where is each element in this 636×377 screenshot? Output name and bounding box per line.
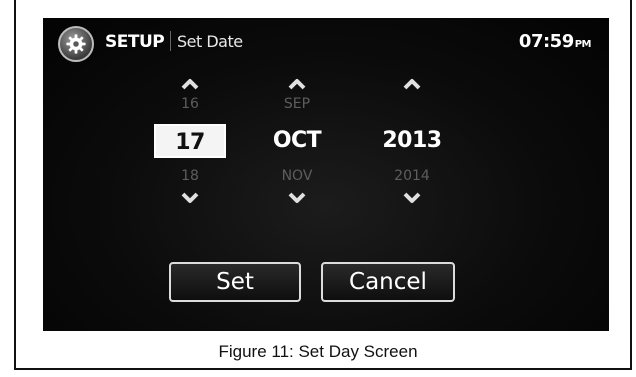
month-next: NOV [281, 168, 313, 184]
clock-ampm: PM [574, 39, 592, 50]
year-next: 2014 [394, 168, 430, 184]
section-title: SETUP [105, 32, 165, 52]
clock: 07:59PM [518, 31, 592, 52]
setup-screen: SETUP Set Date 07:59PM 16 17 18 SEP OCT … [43, 18, 609, 331]
day-previous: 16 [181, 96, 199, 112]
day-column: 16 17 18 [145, 78, 235, 204]
month-previous: SEP [283, 96, 311, 112]
month-down-arrow-icon[interactable] [288, 192, 306, 204]
page-title: Set Date [177, 32, 243, 51]
clock-time: 07:59 [518, 31, 574, 52]
month-column: SEP OCT NOV [252, 78, 342, 204]
day-next: 18 [181, 168, 199, 184]
month-up-arrow-icon[interactable] [288, 78, 306, 90]
day-current[interactable]: 17 [154, 124, 226, 158]
set-button[interactable]: Set [169, 262, 301, 302]
title-divider [170, 31, 171, 51]
gear-icon-glyph [66, 34, 86, 54]
day-up-arrow-icon[interactable] [181, 78, 199, 90]
year-previous [367, 96, 457, 114]
figure-caption: Figure 11: Set Day Screen [218, 342, 418, 361]
year-up-arrow-icon[interactable] [403, 78, 421, 90]
year-current[interactable]: 2013 [367, 124, 457, 158]
year-column: 2013 2014 [367, 78, 457, 204]
gear-icon[interactable] [58, 26, 94, 62]
year-down-arrow-icon[interactable] [403, 192, 421, 204]
cancel-button[interactable]: Cancel [321, 262, 455, 302]
month-current[interactable]: OCT [252, 124, 342, 158]
day-down-arrow-icon[interactable] [181, 192, 199, 204]
